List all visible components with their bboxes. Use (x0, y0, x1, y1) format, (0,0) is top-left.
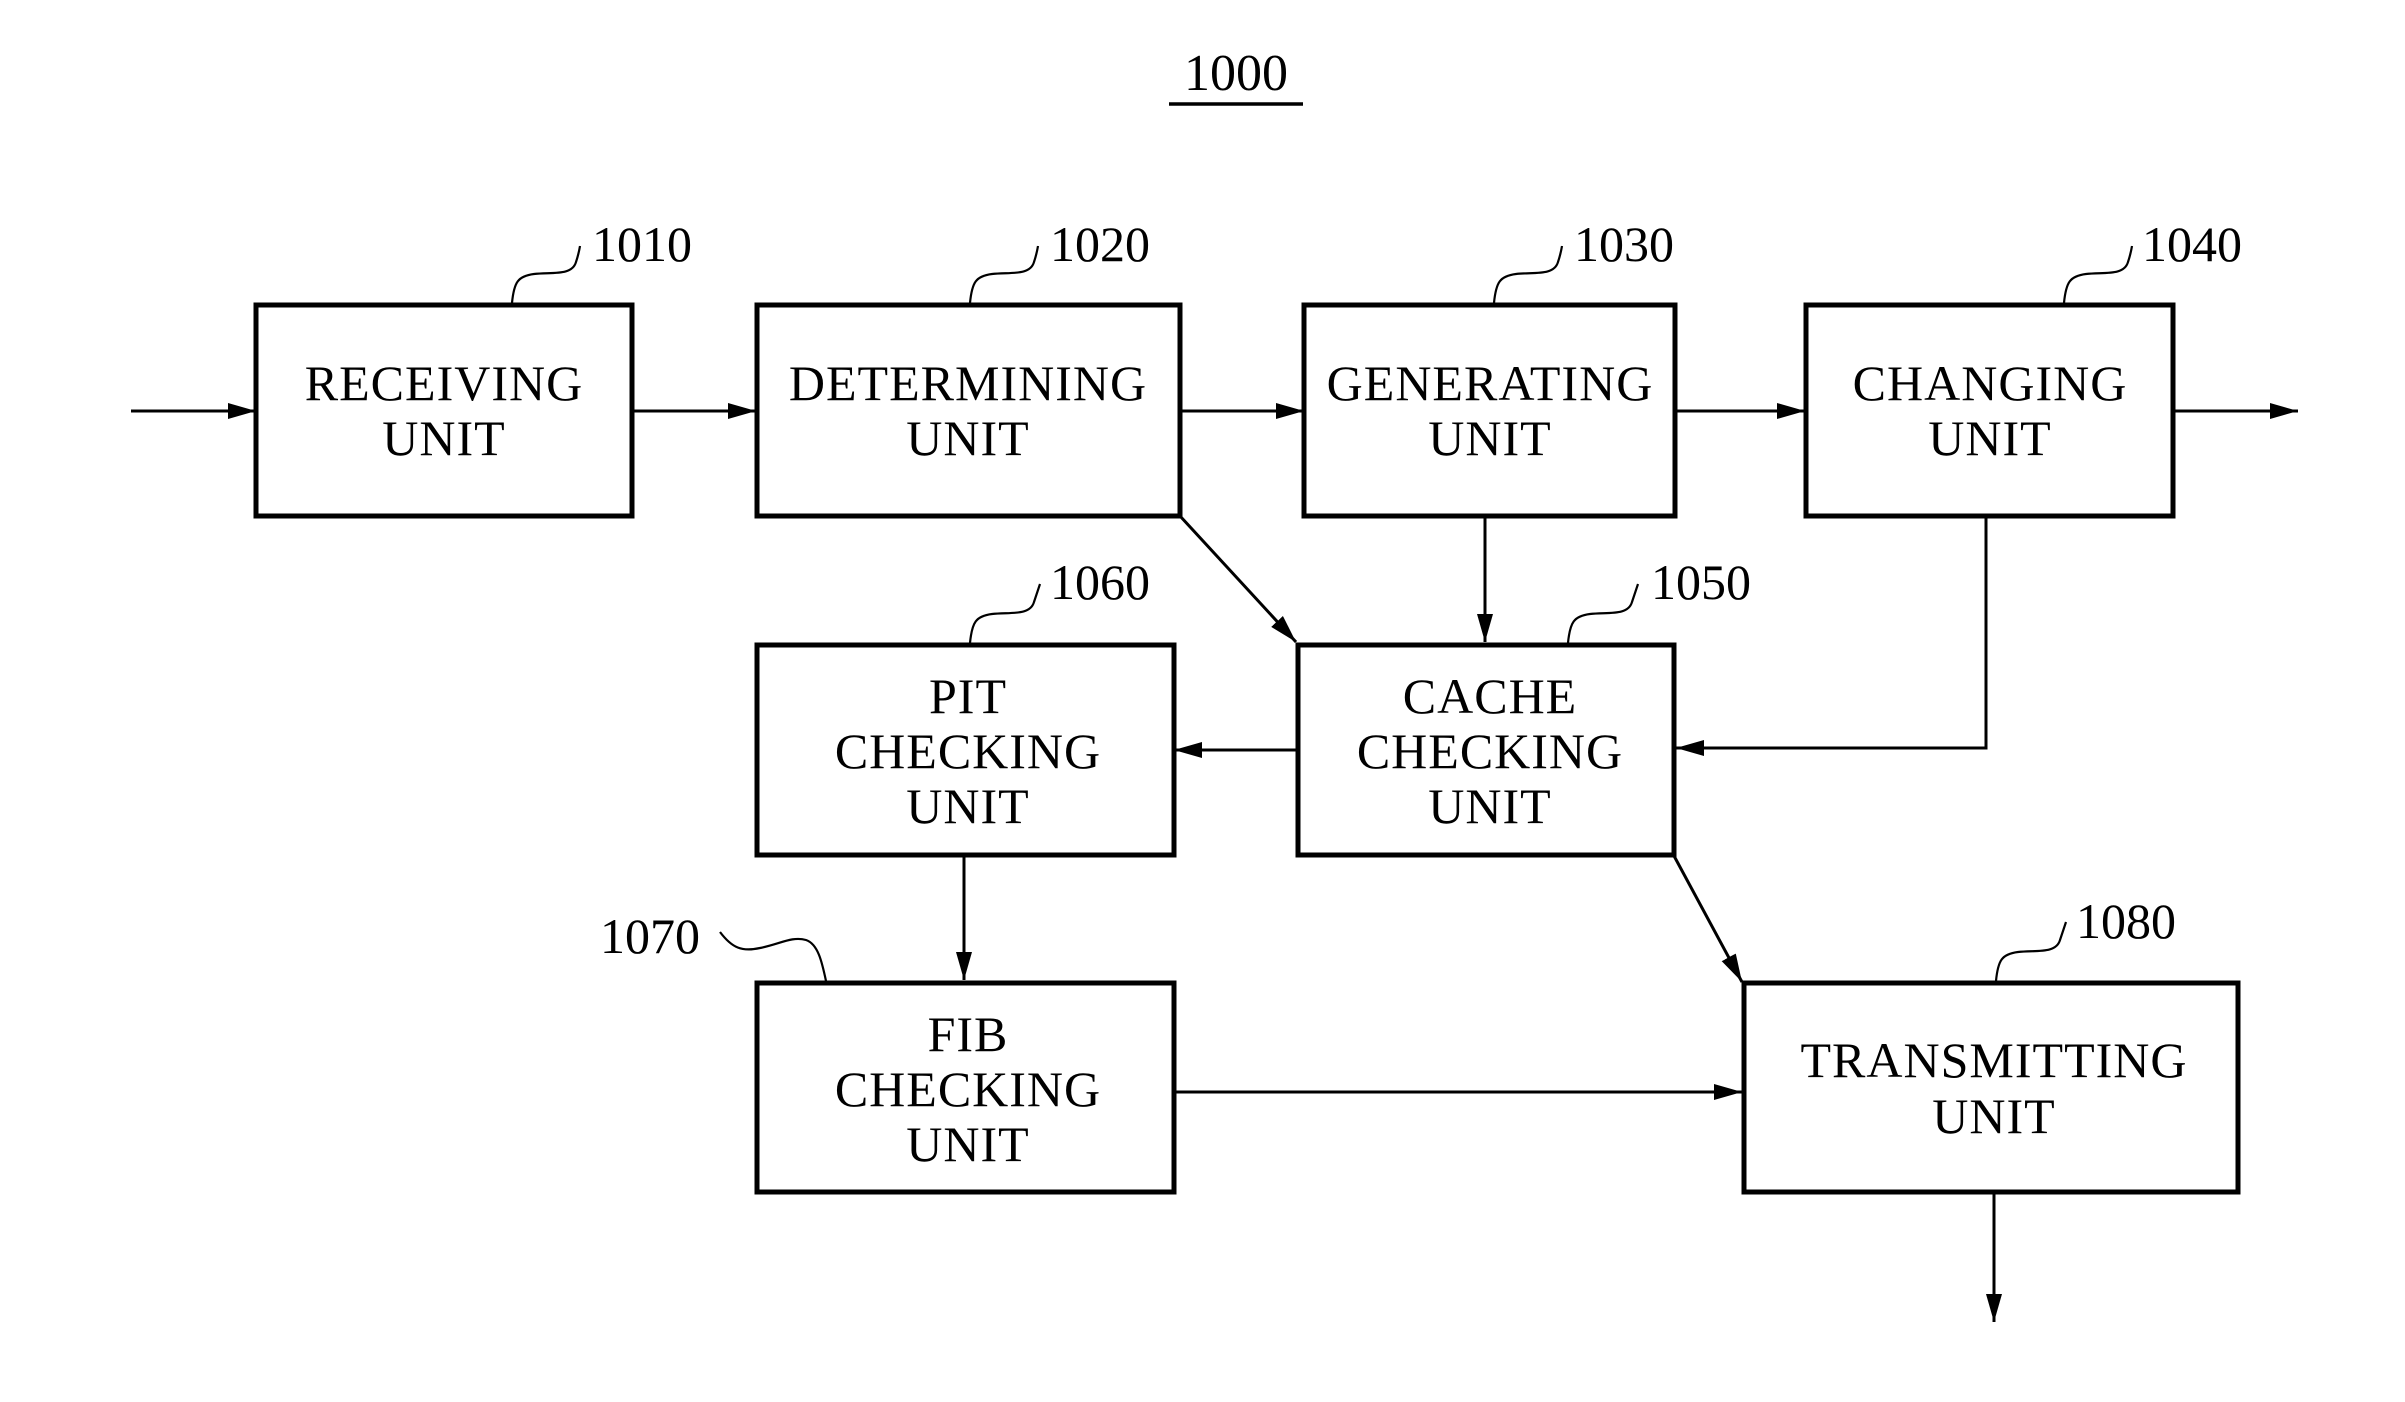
unit-label-line: CACHE (1403, 668, 1577, 724)
reference-numeral: 1030 (1574, 216, 1674, 272)
ref-1050: 1050 (1566, 554, 1751, 644)
unit-pit-checking: PIT CHECKING UNIT (754, 642, 1177, 858)
ref-1010: 1010 (510, 216, 692, 304)
unit-label-line: UNIT (906, 1116, 1029, 1172)
unit-label-line: CHANGING (1853, 355, 2128, 411)
reference-numeral: 1080 (2076, 893, 2176, 949)
leader-line (510, 245, 582, 304)
block-diagram: 1000 RECEIVING UNIT DETERMINING UNIT GEN… (131, 45, 2298, 1322)
unit-receiving: RECEIVING UNIT (253, 302, 635, 519)
unit-label-line: UNIT (382, 410, 505, 466)
unit-label-line: CHECKING (835, 1061, 1101, 1117)
leader-line (1994, 921, 2068, 982)
leader-line (968, 583, 1042, 644)
reference-numeral: 1020 (1050, 216, 1150, 272)
ref-1030: 1030 (1492, 216, 1674, 304)
unit-label-line: CHECKING (1357, 723, 1623, 779)
leader-line (719, 931, 828, 982)
reference-numeral: 1050 (1651, 554, 1751, 610)
reference-numeral: 1060 (1050, 554, 1150, 610)
unit-label-line: UNIT (906, 778, 1029, 834)
reference-numeral: 1070 (600, 908, 700, 964)
ref-1040: 1040 (2062, 216, 2242, 304)
figure-title: 1000 (1184, 45, 1288, 102)
ref-1060: 1060 (968, 554, 1150, 644)
unit-label-line: UNIT (1428, 778, 1551, 834)
ref-1070: 1070 (600, 908, 828, 982)
unit-label-line: UNIT (1932, 1088, 2055, 1144)
ref-1020: 1020 (968, 216, 1150, 304)
arrow-cache-to-transmitting (1671, 853, 1744, 983)
arrow-determining-to-cache (1178, 514, 1298, 644)
unit-determining: DETERMINING UNIT (754, 302, 1183, 519)
unit-changing: CHANGING UNIT (1803, 302, 2176, 519)
arrow-changing-to-cache (1676, 516, 1988, 756)
leader-line (2062, 245, 2134, 304)
unit-generating: GENERATING UNIT (1301, 302, 1678, 519)
unit-label-line: RECEIVING (305, 355, 583, 411)
reference-numeral: 1040 (2142, 216, 2242, 272)
leader-line (1566, 583, 1640, 644)
unit-label-line: UNIT (906, 410, 1029, 466)
leader-line (968, 245, 1040, 304)
unit-label-line: DETERMINING (789, 355, 1147, 411)
unit-label-line: UNIT (1928, 410, 2051, 466)
reference-numeral: 1010 (592, 216, 692, 272)
unit-label-line: FIB (928, 1006, 1009, 1062)
unit-label-line: UNIT (1428, 410, 1551, 466)
leader-line (1492, 245, 1564, 304)
unit-label-line: CHECKING (835, 723, 1101, 779)
unit-cache-checking: CACHE CHECKING UNIT (1295, 642, 1677, 858)
unit-fib-checking: FIB CHECKING UNIT (754, 980, 1177, 1195)
unit-transmitting: TRANSMITTING UNIT (1741, 980, 2241, 1195)
unit-label-line: GENERATING (1327, 355, 1654, 411)
unit-label-line: TRANSMITTING (1801, 1032, 2188, 1088)
unit-label-line: PIT (929, 668, 1007, 724)
ref-1080: 1080 (1994, 893, 2176, 982)
